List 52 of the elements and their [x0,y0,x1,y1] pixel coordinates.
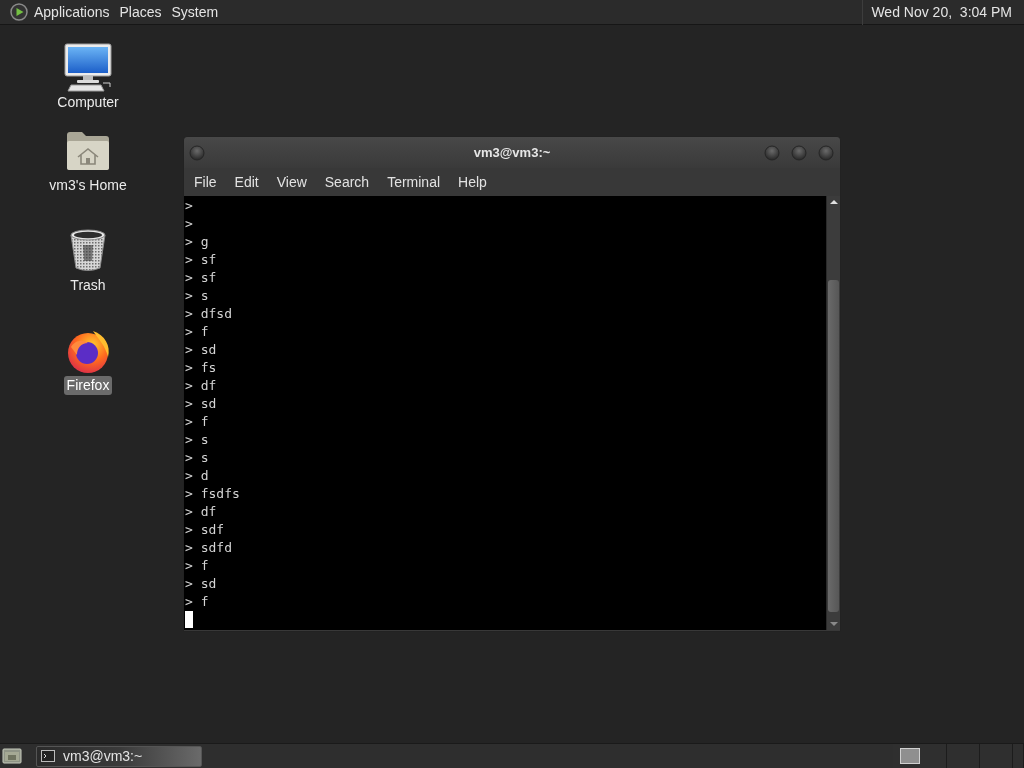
terminal-line: > fsdfs [185,486,240,501]
terminal-icon [41,750,55,762]
computer-icon[interactable] [63,42,113,93]
menu-item[interactable]: File [185,170,226,194]
terminal-line: > f [185,594,209,609]
menu-item[interactable]: Edit [225,170,268,194]
terminal-line: > s [185,288,209,303]
panel-menu[interactable]: Applications [29,0,115,25]
menu-item[interactable]: View [267,170,316,194]
taskbar-button[interactable]: vm3@vm3:~ [36,745,202,767]
panel-menu[interactable]: Places [114,0,167,25]
clock[interactable]: Wed Nov 20, 3:04 PM [871,1,1024,23]
trash-bin-icon[interactable] [68,227,108,273]
terminal-line: > sf [185,270,217,285]
terminal-line: > [185,216,193,231]
text-cursor [185,611,193,628]
terminal-line: > sd [185,342,217,357]
terminal-line: > s [185,432,209,447]
desktop-icon-label[interactable]: vm3's Home [46,176,130,195]
terminal-line: > sdfd [185,540,232,555]
workspace-switcher[interactable] [893,744,1024,768]
terminal-line: > df [185,378,217,393]
scrollbar[interactable] [826,196,840,630]
terminal-line: > [185,198,193,213]
terminal-line: > s [185,450,209,465]
terminal-line: > df [185,504,217,519]
home-folder-icon[interactable] [65,129,111,171]
window-title: vm3@vm3:~ [473,143,551,162]
scrollbar-thumb[interactable] [828,280,839,612]
terminal-line: > f [185,558,209,573]
window-thumbnail-icon [900,748,920,764]
terminal-area[interactable]: > > > g > sf > sf > s > dfsd > f > sd > fs > df > sd > f > s > s > d > fsdfs > df > sdf > sdfd > f > sd > f [184,196,826,630]
menu-item[interactable]: Terminal [378,170,450,194]
terminal-line: > sf [185,252,217,267]
workspace-button[interactable] [893,744,947,768]
desktop-icon-label[interactable]: Firefox [63,376,113,395]
terminal-line: > f [185,414,209,429]
terminal-line: > f [185,324,209,339]
terminal-line: > d [185,468,209,483]
menu-item[interactable]: Help [449,170,496,194]
terminal-line: > sd [185,576,217,591]
show-desktop-icon[interactable] [2,747,22,765]
terminal-line: > sd [185,396,217,411]
terminal-line: > sdf [185,522,225,537]
terminal-line: > g [185,234,209,249]
play-logo-icon[interactable] [10,3,28,21]
panel-menu[interactable]: System [166,0,224,25]
desktop-icon-label[interactable]: Trash [67,276,109,295]
terminal-line: > fs [185,360,217,375]
desktop-icon-label[interactable]: Computer [54,93,122,112]
terminal-line: > dfsd [185,306,232,321]
menu-item[interactable]: Search [315,170,379,194]
